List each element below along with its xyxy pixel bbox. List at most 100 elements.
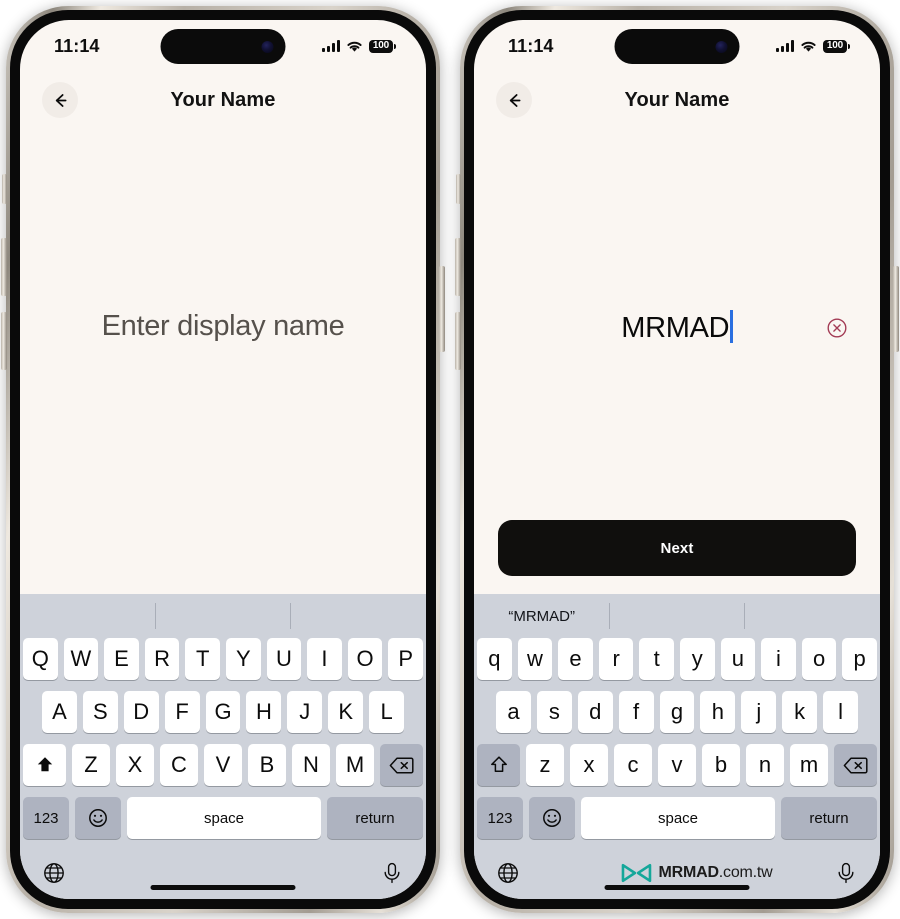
battery-percent: 100 <box>822 39 847 53</box>
suggestion-divider <box>609 603 611 629</box>
key-s[interactable]: s <box>536 691 572 733</box>
globe-icon[interactable] <box>496 861 520 885</box>
key-a[interactable]: a <box>496 691 531 733</box>
front-camera-icon <box>261 40 274 53</box>
volume-up-button[interactable] <box>1 238 7 296</box>
key-c[interactable]: C <box>160 744 198 786</box>
key-y[interactable]: y <box>680 638 715 680</box>
key-b[interactable]: B <box>248 744 286 786</box>
key-g[interactable]: g <box>659 691 695 733</box>
backspace-key[interactable] <box>380 744 423 786</box>
key-n[interactable]: n <box>746 744 784 786</box>
backspace-icon <box>389 756 414 774</box>
key-j[interactable]: J <box>287 691 323 733</box>
key-p[interactable]: P <box>388 638 423 680</box>
key-b[interactable]: b <box>702 744 740 786</box>
back-button[interactable] <box>42 82 78 118</box>
back-button[interactable] <box>496 82 532 118</box>
numbers-key[interactable]: 123 <box>23 797 69 839</box>
key-y[interactable]: Y <box>226 638 261 680</box>
front-camera-icon <box>715 40 728 53</box>
display-name-input[interactable]: Enter display name <box>102 310 345 343</box>
mrmad-watermark: MRMAD.com.tw <box>621 862 773 884</box>
emoji-key[interactable] <box>75 797 121 839</box>
key-x[interactable]: X <box>116 744 154 786</box>
key-l[interactable]: l <box>823 691 859 733</box>
key-w[interactable]: w <box>517 638 553 680</box>
suggestion-bar: “MRMAD” <box>474 594 880 638</box>
shift-filled-icon <box>37 757 52 772</box>
key-k[interactable]: k <box>782 691 818 733</box>
key-l[interactable]: L <box>369 691 405 733</box>
next-button[interactable]: Next <box>498 520 856 576</box>
key-e[interactable]: E <box>104 638 139 680</box>
dynamic-island <box>614 29 740 64</box>
key-v[interactable]: V <box>204 744 242 786</box>
volume-up-button[interactable] <box>455 238 461 296</box>
volume-down-button[interactable] <box>455 312 461 370</box>
microphone-icon[interactable] <box>380 861 404 885</box>
globe-icon[interactable] <box>42 861 66 885</box>
key-t[interactable]: T <box>185 638 220 680</box>
key-w[interactable]: W <box>63 638 99 680</box>
key-a[interactable]: A <box>42 691 77 733</box>
shift-key[interactable] <box>477 744 520 786</box>
key-v[interactable]: v <box>658 744 696 786</box>
key-r[interactable]: r <box>598 638 634 680</box>
home-indicator[interactable] <box>150 885 296 890</box>
space-key[interactable]: space <box>581 797 775 839</box>
power-button[interactable] <box>893 266 899 352</box>
mrmad-bowtie-logo-icon <box>621 863 652 883</box>
silent-switch-button[interactable] <box>2 174 7 204</box>
key-u[interactable]: u <box>720 638 756 680</box>
numbers-key[interactable]: 123 <box>477 797 523 839</box>
key-o[interactable]: o <box>801 638 837 680</box>
key-d[interactable]: d <box>577 691 613 733</box>
backspace-key[interactable] <box>834 744 877 786</box>
key-i[interactable]: i <box>761 638 796 680</box>
space-key[interactable]: space <box>127 797 321 839</box>
clear-circle-x-icon[interactable] <box>826 317 848 339</box>
keyboard-bottom-bar: MRMAD.com.tw <box>474 847 880 899</box>
key-p[interactable]: p <box>842 638 877 680</box>
key-z[interactable]: Z <box>72 744 110 786</box>
key-h[interactable]: h <box>700 691 736 733</box>
display-name-input[interactable]: MRMAD <box>621 310 733 345</box>
key-f[interactable]: f <box>618 691 654 733</box>
key-u[interactable]: U <box>266 638 302 680</box>
key-d[interactable]: D <box>123 691 159 733</box>
key-m[interactable]: m <box>790 744 828 786</box>
key-n[interactable]: N <box>292 744 330 786</box>
key-f[interactable]: F <box>164 691 200 733</box>
cellular-bars-icon <box>321 40 340 52</box>
return-key[interactable]: return <box>327 797 423 839</box>
key-z[interactable]: z <box>526 744 564 786</box>
home-indicator[interactable] <box>604 885 750 890</box>
microphone-icon[interactable] <box>834 861 858 885</box>
key-c[interactable]: c <box>614 744 652 786</box>
suggestion-item[interactable]: “MRMAD” <box>474 608 609 625</box>
key-h[interactable]: H <box>246 691 282 733</box>
key-r[interactable]: R <box>144 638 180 680</box>
key-o[interactable]: O <box>347 638 383 680</box>
key-q[interactable]: q <box>477 638 512 680</box>
emoji-key[interactable] <box>529 797 575 839</box>
key-j[interactable]: j <box>741 691 777 733</box>
return-key[interactable]: return <box>781 797 877 839</box>
key-q[interactable]: Q <box>23 638 58 680</box>
key-x[interactable]: x <box>570 744 608 786</box>
key-e[interactable]: e <box>558 638 593 680</box>
back-arrow-icon <box>55 93 66 107</box>
volume-down-button[interactable] <box>1 312 7 370</box>
key-g[interactable]: G <box>205 691 241 733</box>
battery-percent: 100 <box>368 39 393 53</box>
shift-key[interactable] <box>23 744 66 786</box>
silent-switch-button[interactable] <box>456 174 461 204</box>
status-bar-right: 11:14 100 <box>474 20 880 72</box>
key-m[interactable]: M <box>336 744 374 786</box>
key-i[interactable]: I <box>307 638 342 680</box>
power-button[interactable] <box>439 266 445 352</box>
key-s[interactable]: S <box>82 691 118 733</box>
key-t[interactable]: t <box>639 638 674 680</box>
key-k[interactable]: K <box>328 691 364 733</box>
